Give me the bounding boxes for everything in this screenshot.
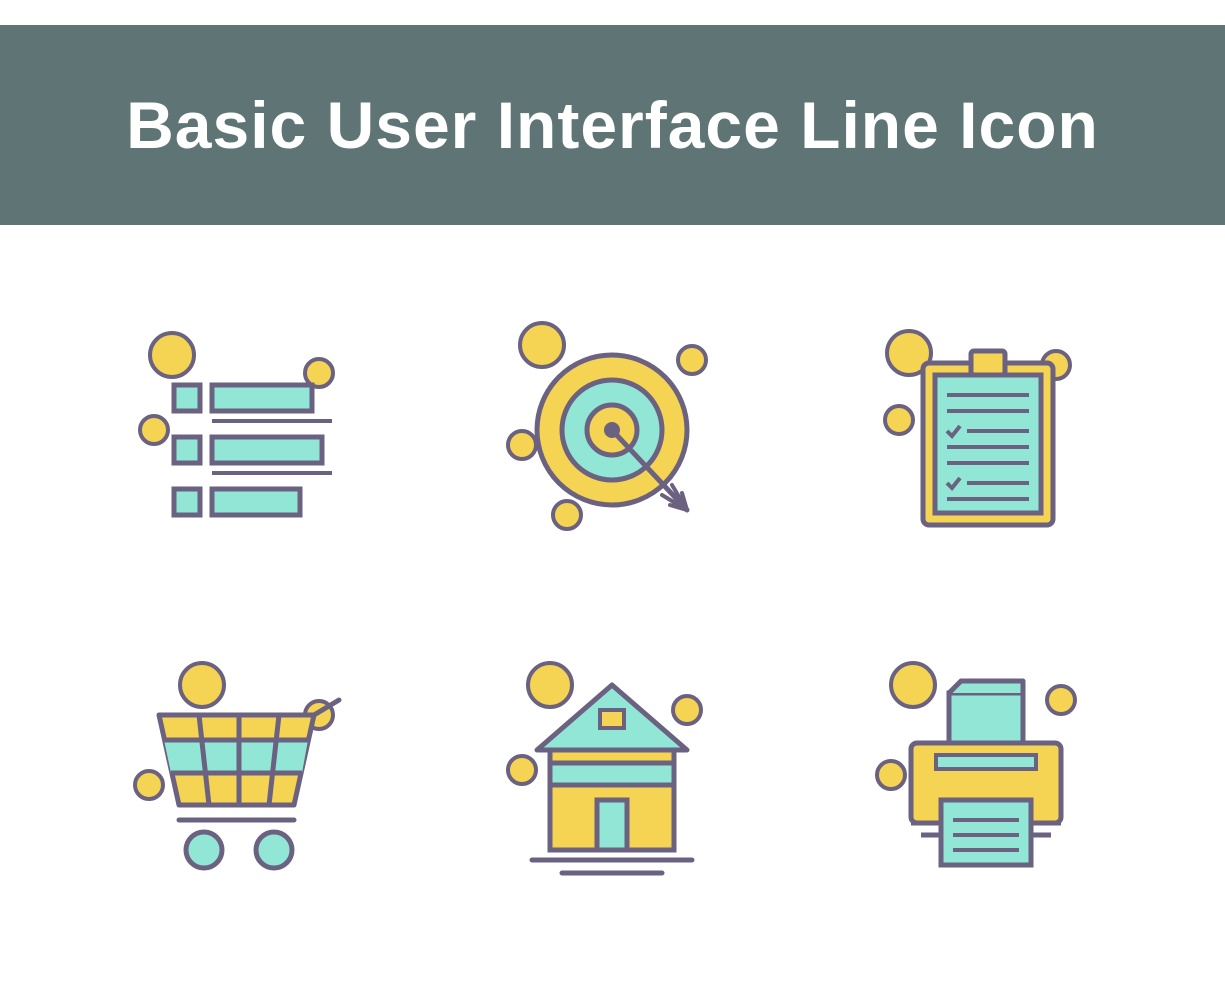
title-banner: Basic User Interface Line Icon <box>0 25 1225 225</box>
icon-grid <box>0 225 1225 965</box>
home-icon <box>448 625 776 925</box>
target-icon <box>448 285 776 585</box>
page-title: Basic User Interface Line Icon <box>126 87 1099 163</box>
printer-icon <box>817 625 1145 925</box>
list-icon <box>80 285 408 585</box>
shopping-cart-icon <box>80 625 408 925</box>
clipboard-icon <box>817 285 1145 585</box>
